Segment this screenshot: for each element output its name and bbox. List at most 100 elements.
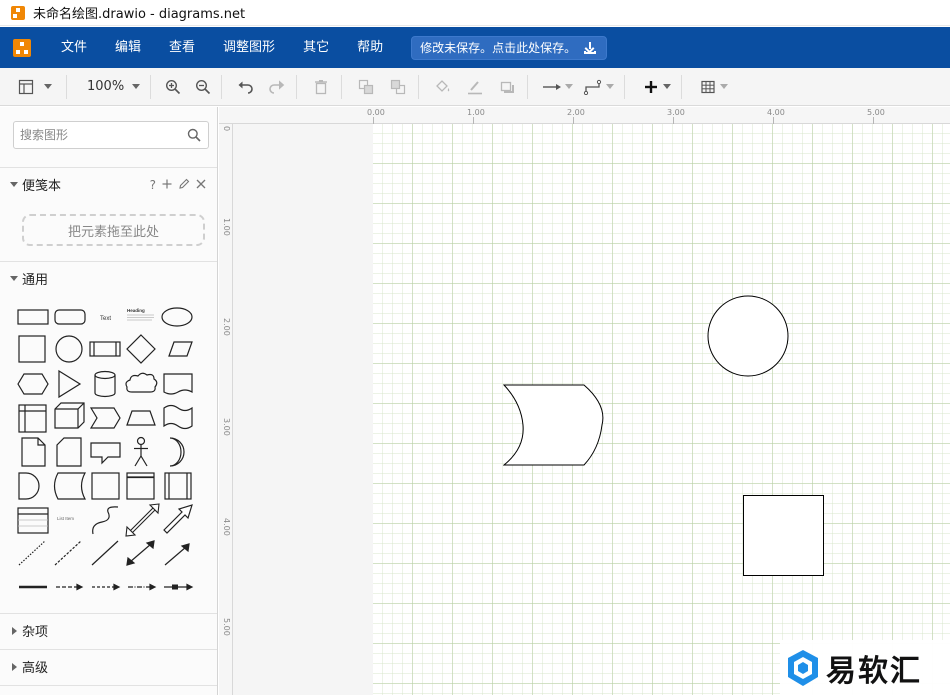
shadow-button[interactable] [495,73,519,101]
toolbar-divider [341,74,343,99]
shape-delay [18,472,40,500]
general-shapes-palette: Text Heading List Item [17,307,194,591]
zoom-out-button[interactable] [191,73,215,101]
chevron-down-icon [132,84,141,89]
caret-down-icon [10,276,18,281]
shape-directional-connector [164,543,190,566]
app-window: 未命名绘图.drawio - diagrams.net 文件 编辑 查看 调整图… [0,0,950,695]
edit-icon[interactable] [178,178,190,193]
insert-dropdown[interactable] [639,73,672,101]
caret-right-icon [12,662,17,671]
add-icon[interactable] [162,178,172,192]
shape-vertical-container [164,472,192,500]
watermark-text: 易软汇 [826,653,922,689]
diagram-page-grid[interactable] [373,124,950,695]
close-icon[interactable] [196,178,206,192]
unsaved-changes-button[interactable]: 修改未保存。点击此处保存。 [411,35,608,60]
watermark-overlay: 易软汇 [780,640,950,695]
search-input[interactable] [14,122,182,148]
shape-process [89,341,121,357]
shape-rounded-rectangle [54,309,86,325]
title-bar: 未命名绘图.drawio - diagrams.net [0,0,950,26]
layout-panels-icon [14,75,38,99]
sidebar-divider [0,685,217,686]
zoom-dropdown[interactable]: 100% [81,73,141,101]
shape-line [91,540,119,566]
diagram-shape-square[interactable] [743,495,825,577]
menu-view[interactable]: 查看 [155,27,209,68]
zoom-level: 100% [87,79,125,94]
ruler-tick-label: 5.00 [222,618,231,636]
undo-button[interactable] [234,73,258,101]
to-front-button[interactable] [354,73,378,101]
horizontal-ruler-ticks [373,117,874,124]
shape-data-storage [53,472,87,500]
shape-bidirectional-arrow [125,503,160,537]
view-panels-button[interactable] [14,73,52,101]
redo-button[interactable] [264,73,288,101]
connection-style-dropdown[interactable] [540,73,574,101]
chevron-down-icon [565,84,574,89]
arrow-right-icon [540,75,564,99]
shape-triangle [58,369,82,399]
shape-tape [163,404,193,430]
drawio-app-icon [11,5,31,20]
shape-link-arrow [56,583,84,591]
scratchpad-title: 便笺本 [22,179,62,194]
advanced-header[interactable]: 高级 [0,649,217,683]
chevron-down-icon [720,84,729,89]
vertical-ruler: 0 1.00 2.00 3.00 4.00 5.00 [219,124,233,695]
toolbar-divider [681,74,683,99]
shape-ellipse [161,307,193,327]
general-title: 通用 [22,273,49,288]
zoom-in-button[interactable] [161,73,185,101]
canvas-margin [233,124,373,695]
help-button[interactable]: ? [150,178,156,192]
fill-color-button[interactable] [431,73,455,101]
delete-button[interactable] [309,73,333,101]
shape-search-box [13,121,209,149]
drawio-logo-icon [13,38,31,57]
caret-right-icon [12,626,17,635]
shape-rectangle [17,309,49,325]
scratchpad-drop-zone[interactable]: 把元素拖至此处 [22,214,205,246]
shape-dashed-arrow [92,583,121,591]
shape-cylinder [94,370,116,398]
toolbar-divider [150,74,152,99]
table-dropdown[interactable] [696,73,729,101]
shapes-sidebar: 便笺本 ? 把元素拖至此处 通用 杂项 [0,107,218,695]
toolbar-divider [624,74,626,99]
chevron-down-icon [663,84,672,89]
advanced-title: 高级 [22,661,49,676]
caret-down-icon [10,182,18,187]
shape-or [169,437,185,467]
diagram-shape-data-storage[interactable] [503,384,605,466]
shape-square [18,335,46,363]
to-back-button[interactable] [386,73,410,101]
menu-arrange[interactable]: 调整图形 [209,27,289,68]
general-header[interactable]: 通用 [0,261,217,295]
line-color-button[interactable] [463,73,487,101]
scratchpad-header[interactable]: 便笺本 ? [0,167,217,201]
menu-help[interactable]: 帮助 [343,27,397,68]
chevron-down-icon [44,84,52,89]
waypoints-dropdown[interactable] [581,73,615,101]
menu-file[interactable]: 文件 [47,27,101,68]
diagram-canvas-area[interactable]: 0.00 1.00 2.00 3.00 4.00 5.00 0 1.00 2.0… [219,107,950,695]
shape-text: Text [100,316,111,322]
misc-header[interactable]: 杂项 [0,613,217,647]
shape-list [17,507,49,534]
pencil-icon [463,75,487,99]
diagram-shape-circle[interactable] [707,295,789,377]
search-icon[interactable] [187,128,201,142]
toolbar: 100% [0,68,950,106]
undo-icon [234,75,258,99]
menu-extras[interactable]: 其它 [289,27,343,68]
ruler-tick-label: 4.00 [222,518,231,536]
shape-card [56,437,82,467]
shape-textbox: Heading [127,308,145,313]
table-grid-icon [696,75,720,99]
shape-trapezoid [126,410,156,426]
menu-edit[interactable]: 编辑 [101,27,155,68]
misc-title: 杂项 [22,625,49,640]
